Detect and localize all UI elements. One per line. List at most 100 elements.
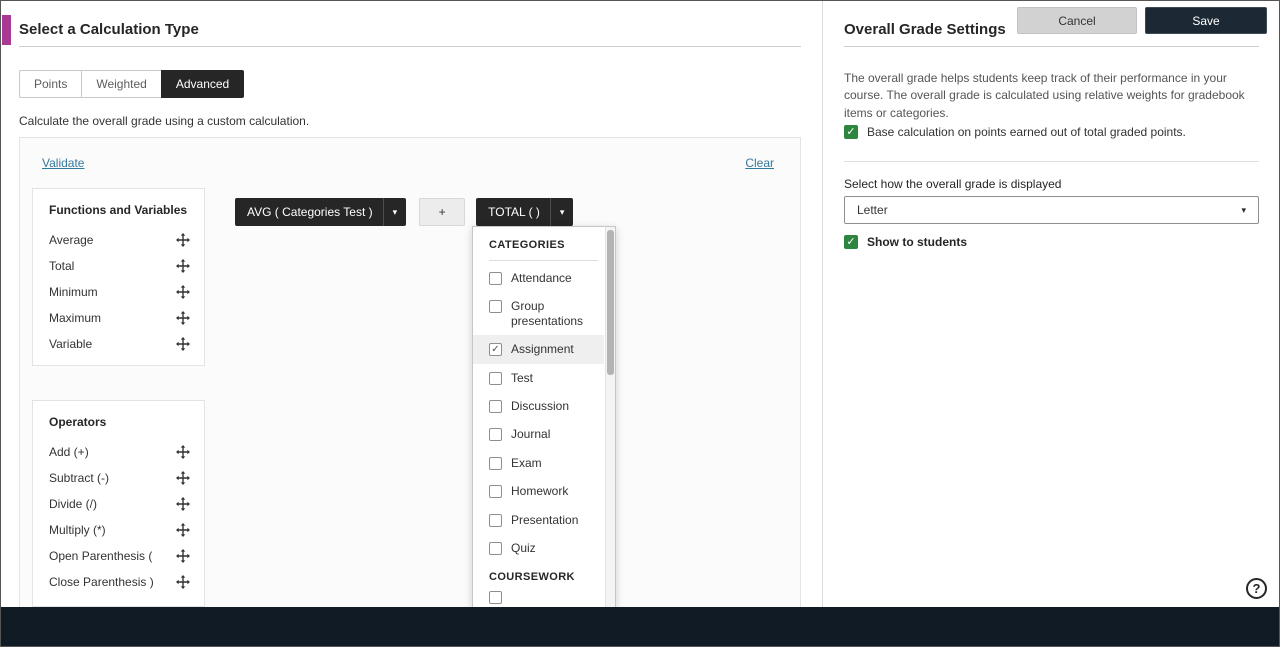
calculation-type-tabs: Points Weighted Advanced [19,70,245,98]
avg-chip-label: AVG ( Categories Test ) [247,205,373,219]
move-icon[interactable] [176,337,190,351]
function-item-maximum[interactable]: Maximum [49,305,190,331]
checkbox-checked-icon[interactable]: ✓ [844,125,858,139]
category-option-attendance[interactable]: ✓ Attendance [489,264,598,292]
checkbox-icon[interactable]: ✓ [489,456,502,470]
expression-canvas: AVG ( Categories Test ) ▾ + TOTAL ( ) ▾ [235,198,574,226]
tab-weighted[interactable]: Weighted [81,70,162,98]
title-divider [19,46,801,47]
category-option-homework[interactable]: ✓ Homework [489,477,598,505]
category-option-journal[interactable]: ✓ Journal [489,420,598,448]
calculation-description: Calculate the overall grade using a cust… [19,114,310,128]
move-icon[interactable] [176,471,190,485]
operator-item-subtract[interactable]: Subtract (-) [49,465,190,491]
scrollbar-thumb[interactable] [607,230,614,375]
categories-dropdown: CATEGORIES ✓ Attendance ✓ Group presenta… [472,226,616,608]
avg-chip[interactable]: AVG ( Categories Test ) ▾ [235,198,407,226]
grade-display-select[interactable]: Letter ▾ [844,196,1259,224]
operator-item-multiply[interactable]: Multiply (*) [49,517,190,543]
move-icon[interactable] [176,523,190,537]
overall-grade-settings-panel: Overall Grade Settings The overall grade… [823,1,1279,607]
help-icon[interactable]: ? [1246,578,1267,599]
checkbox-icon[interactable]: ✓ [489,485,502,499]
chevron-down-icon[interactable]: ▾ [549,198,574,226]
operator-item-add[interactable]: Add (+) [49,439,190,465]
category-label: Journal [511,427,551,442]
category-option-presentation[interactable]: ✓ Presentation [489,506,598,534]
page-title: Select a Calculation Type [19,21,199,38]
move-icon[interactable] [176,259,190,273]
checkbox-icon[interactable]: ✓ [489,541,502,555]
category-option-exam[interactable]: ✓ Exam [489,449,598,477]
category-label: Exam [511,455,542,470]
category-option-quiz[interactable]: ✓ Quiz [489,534,598,562]
category-option-assignment[interactable]: ✓ Assignment [473,335,604,364]
checkbox-checked-icon[interactable]: ✓ [844,235,858,249]
operator-item-divide[interactable]: Divide (/) [49,491,190,517]
tab-advanced[interactable]: Advanced [160,70,245,98]
category-option-test[interactable]: ✓ Test [489,364,598,392]
checkbox-icon[interactable]: ✓ [489,272,502,285]
tab-points[interactable]: Points [19,70,83,98]
plus-chip[interactable]: + [419,198,466,226]
move-icon[interactable] [176,575,190,589]
move-icon[interactable] [176,445,190,459]
checkbox-icon[interactable]: ✓ [489,399,502,413]
function-item-variable[interactable]: Variable [49,331,190,357]
chevron-down-icon: ▾ [1241,204,1246,215]
category-option-partial[interactable]: ✓ [489,583,598,607]
validate-link[interactable]: Validate [42,156,84,170]
category-label: Group presentations [511,299,584,328]
category-option-group-presentations[interactable]: ✓ Group presentations [489,292,598,335]
footer-bar [1,607,1279,646]
operator-label: Multiply (*) [49,523,106,537]
checkbox-icon[interactable]: ✓ [489,300,502,314]
operator-label: Subtract (-) [49,471,110,485]
chevron-down-icon[interactable]: ▾ [382,198,407,226]
base-points-label: Base calculation on points earned out of… [867,125,1186,139]
operator-label: Close Parenthesis ) [49,575,154,589]
function-item-minimum[interactable]: Minimum [49,279,190,305]
checkbox-icon[interactable]: ✓ [489,591,502,605]
title-divider [844,46,1259,47]
operators-card-title: Operators [49,415,107,429]
move-icon[interactable] [176,497,190,511]
scrollbar[interactable] [605,227,615,607]
category-label: Presentation [511,512,579,527]
panel-title: Overall Grade Settings [844,21,1006,38]
dropdown-divider [489,260,598,261]
save-button[interactable]: Save [1145,7,1267,34]
operator-label: Divide (/) [49,497,98,511]
operators-card: Operators Add (+) Subtract (-) Divide (/… [32,400,205,607]
category-label: Attendance [511,271,572,285]
gradebook-settings-page: Select a Calculation Type Points Weighte… [0,0,1280,647]
function-item-total[interactable]: Total [49,253,190,279]
checkbox-icon[interactable]: ✓ [489,513,502,527]
checkbox-icon[interactable]: ✓ [489,343,502,357]
function-label: Total [49,259,75,273]
function-item-average[interactable]: Average [49,227,190,253]
clear-link[interactable]: Clear [745,156,774,170]
total-chip-label: TOTAL ( ) [488,205,540,219]
checkbox-icon[interactable]: ✓ [489,428,502,442]
function-label: Average [49,233,94,247]
move-icon[interactable] [176,311,190,325]
checkbox-icon[interactable]: ✓ [489,371,502,385]
category-option-discussion[interactable]: ✓ Discussion [489,392,598,420]
total-chip[interactable]: TOTAL ( ) ▾ [476,198,574,226]
cancel-button[interactable]: Cancel [1017,7,1137,34]
calculation-builder: Validate Clear Functions and Variables A… [19,137,801,608]
category-label: Quiz [511,540,536,555]
operator-item-open-paren[interactable]: Open Parenthesis ( [49,543,190,569]
move-icon[interactable] [176,285,190,299]
show-to-students-checkbox-row[interactable]: ✓ Show to students [844,235,967,249]
category-label: Test [511,370,534,385]
function-label: Variable [49,337,93,351]
base-points-checkbox-row[interactable]: ✓ Base calculation on points earned out … [844,125,1186,139]
functions-card: Functions and Variables Average Total Mi… [32,188,205,366]
move-icon[interactable] [176,549,190,563]
operator-item-close-paren[interactable]: Close Parenthesis ) [49,569,190,595]
function-label: Minimum [49,285,98,299]
functions-card-title: Functions and Variables [49,203,188,217]
move-icon[interactable] [176,233,190,247]
